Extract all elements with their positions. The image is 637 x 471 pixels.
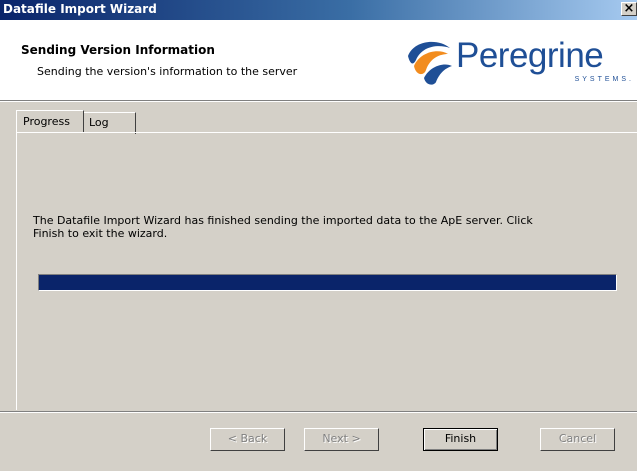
title-bar[interactable]: Datafile Import Wizard × bbox=[0, 0, 637, 20]
logo-wordmark: Peregrine bbox=[456, 36, 604, 75]
cancel-button[interactable]: Cancel bbox=[540, 428, 615, 451]
footer-divider-highlight bbox=[0, 412, 637, 413]
wizard-window: Datafile Import Wizard × Sending Version… bbox=[0, 0, 637, 471]
wizard-header: Sending Version Information Sending the … bbox=[0, 20, 637, 101]
progress-bar-fill bbox=[39, 275, 616, 290]
header-divider bbox=[0, 101, 637, 102]
tab-progress-label: Progress bbox=[23, 115, 70, 128]
back-button[interactable]: < Back bbox=[210, 428, 285, 451]
tab-panel-progress bbox=[16, 132, 637, 410]
close-icon: × bbox=[623, 1, 635, 16]
tab-log-label: Log bbox=[89, 116, 109, 129]
progress-bar bbox=[38, 274, 617, 291]
tab-log[interactable]: Log bbox=[84, 112, 136, 134]
peregrine-logo-mark-icon bbox=[408, 41, 452, 85]
close-button[interactable]: × bbox=[621, 2, 637, 16]
finish-button[interactable]: Finish bbox=[423, 428, 498, 451]
next-button[interactable]: Next > bbox=[304, 428, 379, 451]
tab-progress[interactable]: Progress bbox=[16, 110, 84, 132]
status-message: The Datafile Import Wizard has finished … bbox=[33, 214, 533, 240]
page-title: Sending Version Information bbox=[21, 43, 215, 57]
peregrine-logo: Peregrine SYSTEMS. bbox=[404, 36, 636, 96]
window-title: Datafile Import Wizard bbox=[3, 2, 157, 16]
page-subtitle: Sending the version's information to the… bbox=[37, 65, 298, 78]
logo-subtext: SYSTEMS. bbox=[574, 76, 634, 83]
